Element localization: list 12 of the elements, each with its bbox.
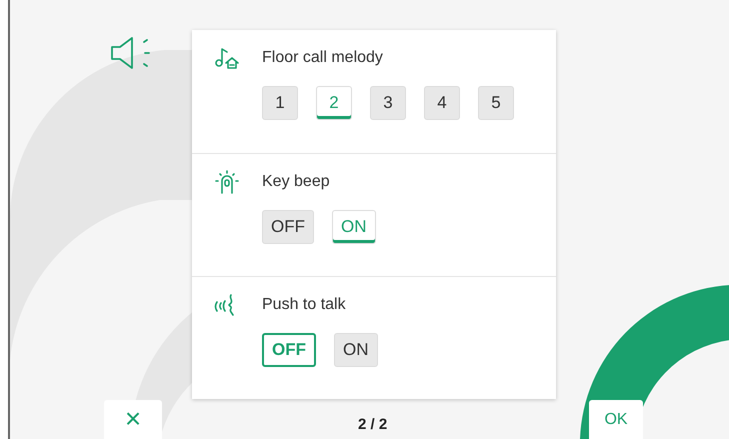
option-button[interactable]: 3 xyxy=(370,86,406,120)
option-button[interactable]: 5 xyxy=(478,86,514,120)
music-house-icon xyxy=(214,46,240,70)
option-button[interactable]: 4 xyxy=(424,86,460,120)
setting-title: Push to talk xyxy=(262,295,346,315)
page-indicator: 2 / 2 xyxy=(358,415,388,435)
option-button[interactable]: OFF xyxy=(262,210,314,244)
finger-press-icon xyxy=(214,170,240,194)
option-button[interactable]: 1 xyxy=(262,86,298,120)
option-button[interactable]: ON xyxy=(334,333,378,367)
setting-title: Floor call melody xyxy=(262,48,383,68)
setting-title: Key beep xyxy=(262,172,330,192)
